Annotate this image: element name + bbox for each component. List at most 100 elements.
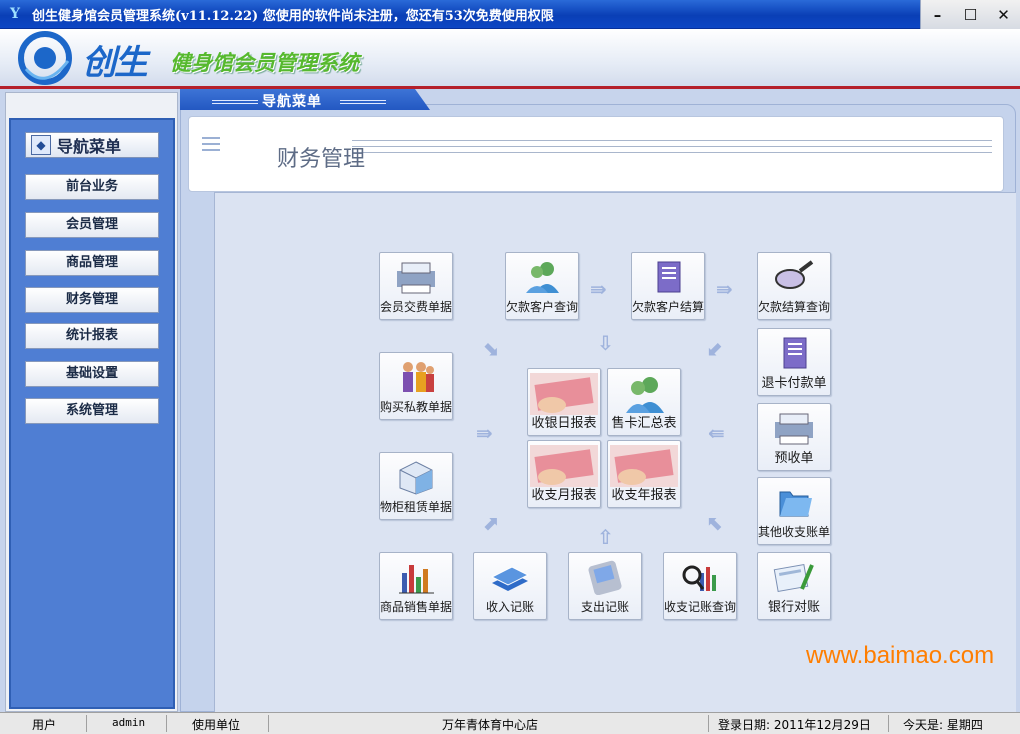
window-title: 创生健身馆会员管理系统(v11.12.22) 您使用的软件尚未注册，您还有53次…: [32, 8, 554, 24]
arrow-up-left-icon: ⬉: [707, 511, 724, 535]
tile-label: 收支记账查询: [664, 600, 737, 614]
tile-refund[interactable]: 退卡付款单: [757, 328, 831, 396]
tab-decoration: [212, 100, 258, 104]
menu-lines-icon: [202, 137, 220, 151]
magnifier-icon: [775, 260, 814, 289]
tile-goods-sales[interactable]: 商品销售单据: [379, 552, 453, 620]
tile-buy-private[interactable]: 购买私教单据: [379, 352, 453, 420]
users-icon: [526, 262, 559, 293]
tile-label: 退卡付款单: [761, 376, 827, 391]
tile-label: 其他收支账单: [758, 525, 831, 539]
tile-label: 购买私教单据: [380, 400, 453, 414]
divider: [268, 715, 269, 732]
login-date: 登录日期: 2011年12月29日: [718, 718, 871, 732]
watermark: www.baimao.com: [806, 642, 995, 669]
arrow-down-left-icon: ⬋: [707, 336, 724, 360]
tile-owed-settle[interactable]: 欠款客户结算: [631, 252, 705, 320]
tile-monthly-report[interactable]: 收支月报表: [527, 440, 601, 508]
tile-label: 会员交费单据: [380, 300, 453, 314]
sidebar-item-front-desk[interactable]: 前台业务: [25, 174, 159, 200]
sidebar-item-reports[interactable]: 统计报表: [25, 323, 159, 349]
logo-text: 创生: [82, 43, 148, 83]
today-weekday: 今天是: 星期四: [903, 718, 983, 732]
tile-label: 欠款客户结算: [632, 300, 705, 314]
header-rule: [352, 140, 992, 141]
people-group-icon: [403, 362, 434, 392]
user-label: 用户: [32, 718, 57, 732]
tile-label: 收支年报表: [611, 488, 677, 503]
divider: [86, 715, 87, 732]
notebook-icon: [657, 261, 681, 293]
header-rule: [352, 152, 992, 153]
tile-label: 预收单: [774, 451, 814, 466]
printer-icon: [397, 262, 435, 294]
app-name-banner: 健身馆会员管理系统: [170, 51, 359, 75]
unit-label: 使用单位: [192, 718, 241, 732]
folder-icon: [779, 491, 812, 517]
tile-other-income[interactable]: 其他收支账单: [757, 477, 831, 545]
notebook-icon: [783, 337, 807, 369]
title-bar: Y 创生健身馆会员管理系统(v11.12.22) 您使用的软件尚未注册，您还有5…: [0, 0, 1020, 29]
maximize-button[interactable]: ☐: [960, 6, 982, 24]
sidebar-nav-title[interactable]: ◆ 导航菜单: [25, 132, 159, 158]
sidebar-item-goods[interactable]: 商品管理: [25, 250, 159, 276]
cube-icon: [399, 461, 433, 495]
cash-icon: [530, 445, 598, 487]
tile-label: 收银日报表: [531, 416, 597, 431]
sidebar-item-settings[interactable]: 基础设置: [25, 361, 159, 387]
tile-label: 收支月报表: [531, 488, 597, 503]
arrow-right-icon: ⇛: [590, 277, 607, 301]
tile-bank-reconcile[interactable]: 银行对账: [757, 552, 831, 620]
tile-label: 银行对账: [767, 600, 820, 615]
nav-menu-icon: ◆: [31, 135, 51, 155]
user-value: admin: [112, 716, 146, 729]
tile-label: 支出记账: [580, 600, 629, 614]
tile-daily-report[interactable]: 收银日报表: [527, 368, 601, 436]
sidebar-title-label: 导航菜单: [57, 137, 122, 156]
tile-locker[interactable]: 物柜租赁单据: [379, 452, 453, 520]
nav-tab-label: 导航菜单: [262, 94, 322, 110]
tab-decoration: [340, 100, 386, 104]
tile-owed-query[interactable]: 欠款客户查询: [505, 252, 579, 320]
tile-member-payment[interactable]: 会员交费单据: [379, 252, 453, 320]
bar-chart-icon: [399, 565, 434, 594]
arrow-down-right-icon: ⬊: [482, 336, 499, 360]
divider: [166, 715, 167, 732]
logo-icon: [18, 31, 72, 85]
arrow-right-icon: ⇛: [716, 277, 733, 301]
cash-icon: [610, 445, 678, 487]
tile-label: 物柜租赁单据: [380, 500, 453, 514]
divider: [708, 715, 709, 732]
arrow-left-icon: ⇚: [708, 421, 725, 445]
status-bar: 用户 admin 使用单位 万年青体育中心店 登录日期: 2011年12月29日…: [0, 712, 1020, 734]
tile-label: 欠款结算查询: [758, 300, 831, 314]
pda-icon: [588, 560, 622, 595]
tile-label: 收入记账: [485, 600, 534, 614]
tile-card-summary[interactable]: 售卡汇总表: [607, 368, 681, 436]
tile-owed-settle-query[interactable]: 欠款结算查询: [757, 252, 831, 320]
page-title: 财务管理: [277, 147, 366, 172]
minimize-button[interactable]: –: [927, 6, 949, 24]
arrow-up-icon: ⇧: [597, 525, 614, 549]
tile-label: 售卡汇总表: [611, 416, 677, 431]
tile-prepay[interactable]: 预收单: [757, 403, 831, 471]
sidebar-item-system[interactable]: 系统管理: [25, 398, 159, 424]
cash-icon: [530, 373, 598, 415]
tile-income-record[interactable]: 收入记账: [473, 552, 547, 620]
close-button[interactable]: ✕: [993, 6, 1015, 24]
tile-expense-record[interactable]: 支出记账: [568, 552, 642, 620]
tile-record-query[interactable]: 收支记账查询: [663, 552, 737, 620]
arrow-down-icon: ⇩: [597, 331, 614, 355]
sidebar-item-members[interactable]: 会员管理: [25, 212, 159, 238]
tile-label: 欠款客户查询: [506, 300, 579, 314]
document-pen-icon: [773, 563, 814, 593]
arrow-right-icon: ⇛: [476, 421, 493, 445]
header-rule: [352, 146, 992, 147]
tile-label: 商品销售单据: [380, 600, 453, 614]
sidebar-item-finance[interactable]: 财务管理: [25, 287, 159, 313]
tile-yearly-report[interactable]: 收支年报表: [607, 440, 681, 508]
app-header: 创生 健身馆会员管理系统: [0, 29, 1020, 89]
arrow-up-right-icon: ⬈: [482, 511, 499, 535]
app-icon: Y: [10, 6, 20, 22]
divider: [888, 715, 889, 732]
